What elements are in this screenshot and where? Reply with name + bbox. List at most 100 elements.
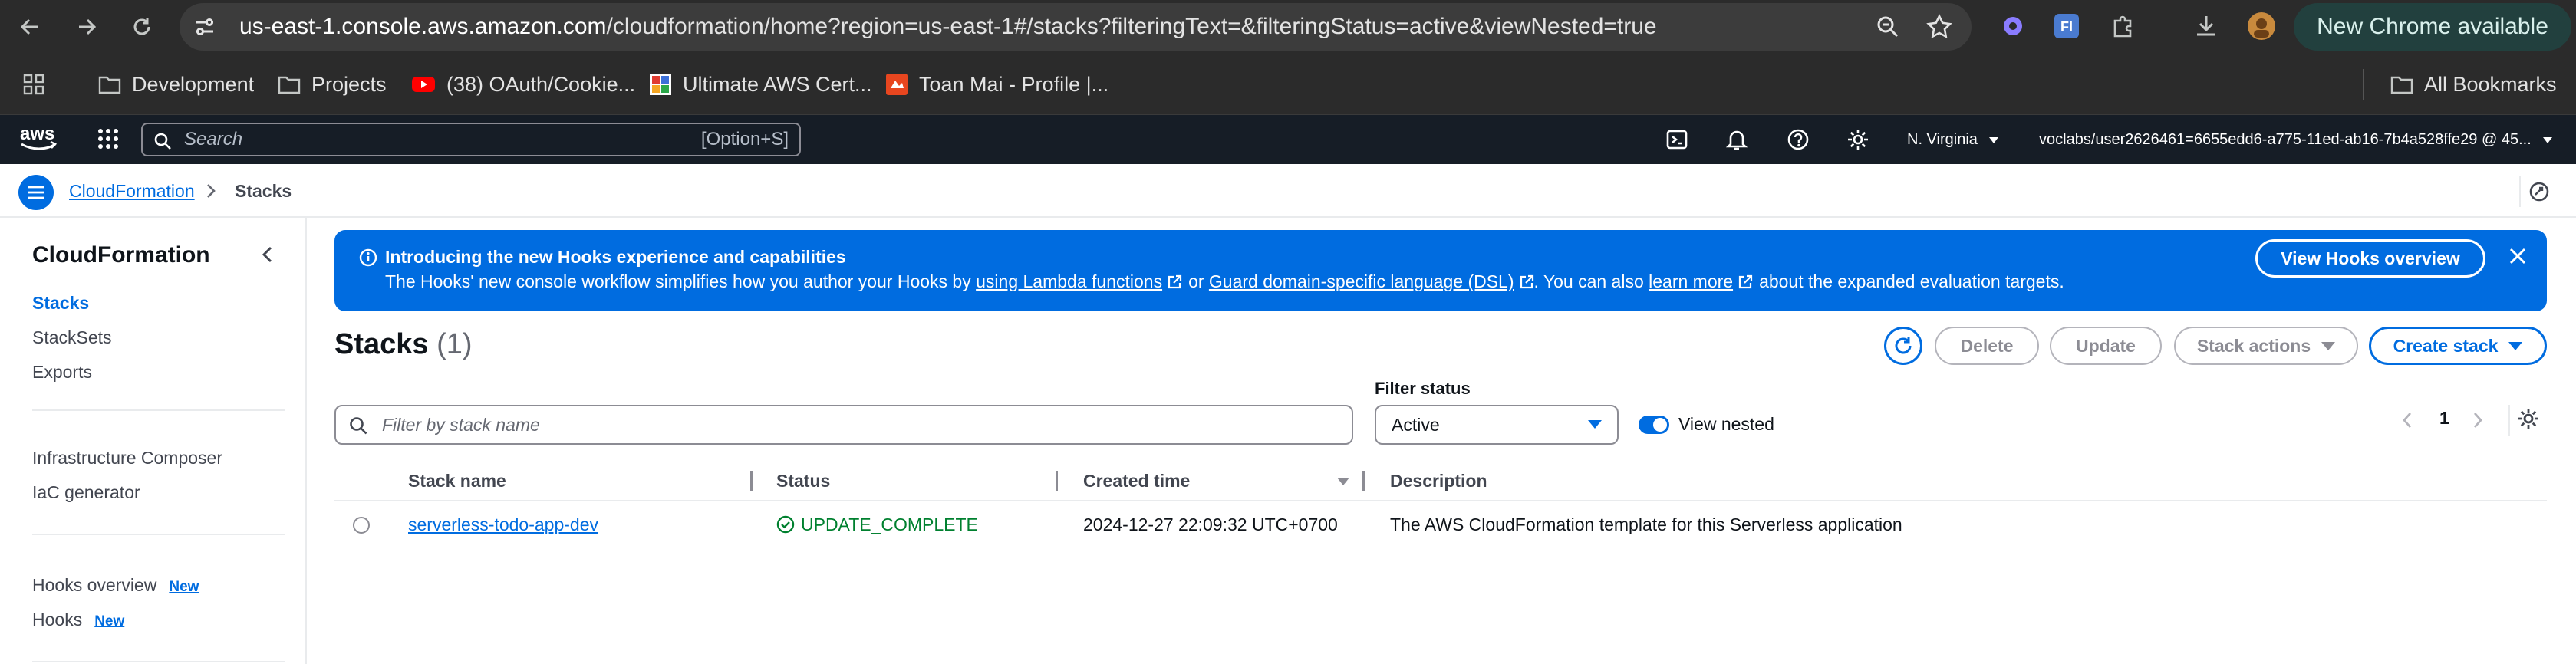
column-header-status[interactable]: Status <box>776 460 830 501</box>
cloudshell-button[interactable] <box>1663 126 1691 153</box>
account-menu[interactable]: voclabs/user2626461=6655edd6-a775-11ed-a… <box>2039 115 2553 164</box>
sidebar-item-stacksets[interactable]: StackSets <box>32 327 112 348</box>
bookmark-label: (38) OAuth/Cookie... <box>446 72 636 96</box>
arrow-left-icon <box>20 18 38 35</box>
filter-status-select[interactable]: Active <box>1375 405 1619 445</box>
check-circle-icon <box>776 515 795 534</box>
lambda-functions-link[interactable]: using Lambda functions <box>976 271 1162 292</box>
help-button[interactable] <box>1784 126 1812 153</box>
learn-more-link[interactable]: learn more <box>1649 271 1733 292</box>
services-menu[interactable] <box>97 127 120 150</box>
back-button[interactable] <box>14 11 46 43</box>
bookmarks-bar: Development Projects (38) OAuth/Cookie..… <box>0 54 2576 115</box>
caret-down-icon <box>1989 136 1999 143</box>
forward-button[interactable] <box>71 11 103 43</box>
guard-dsl-link[interactable]: Guard domain-specific language (DSL) <box>1209 271 1514 292</box>
update-button[interactable]: Update <box>2050 327 2162 365</box>
all-bookmarks-label: All Bookmarks <box>2424 72 2557 96</box>
breadcrumb-cloudformation[interactable]: CloudFormation <box>69 164 195 218</box>
apps-shortcut[interactable] <box>23 54 44 115</box>
column-header-description[interactable]: Description <box>1390 460 1487 501</box>
row-select-radio[interactable] <box>353 517 370 534</box>
filter-status-value: Active <box>1392 415 1440 435</box>
folder-icon <box>2390 76 2413 94</box>
region-selector[interactable]: N. Virginia <box>1907 115 1999 164</box>
profile-avatar-icon[interactable] <box>2246 11 2277 41</box>
search-placeholder: Search <box>184 129 243 150</box>
gear-icon[interactable] <box>2516 406 2541 431</box>
bookmark-aws-cert[interactable]: Ultimate AWS Cert... <box>649 54 872 115</box>
column-resizer[interactable] <box>750 471 753 491</box>
create-stack-button[interactable]: Create stack <box>2369 327 2547 365</box>
tools-panel-button[interactable] <box>2528 181 2550 202</box>
terminal-icon <box>1666 130 1688 150</box>
bookmark-development[interactable]: Development <box>98 54 254 115</box>
page-number[interactable]: 1 <box>2439 408 2449 429</box>
download-icon[interactable] <box>2191 11 2222 41</box>
extension-fi-icon[interactable]: FI <box>2051 11 2082 41</box>
sidenav-divider <box>32 661 285 662</box>
aws-search-input[interactable]: Search [Option+S] <box>141 123 801 156</box>
chrome-update-button[interactable]: New Chrome available <box>2294 3 2571 51</box>
view-hooks-overview-button[interactable]: View Hooks overview <box>2255 239 2485 278</box>
chevron-right-icon <box>207 184 216 198</box>
search-icon <box>350 417 367 435</box>
settings-button[interactable] <box>1844 126 1872 153</box>
chevron-left-icon[interactable] <box>2401 411 2413 429</box>
menu-icon <box>28 186 44 199</box>
sort-descending-icon[interactable] <box>1336 477 1350 486</box>
extensions-puzzle-icon[interactable] <box>2108 11 2139 41</box>
site-info-icon[interactable] <box>192 14 218 40</box>
sidebar-item-hooks-overview[interactable]: Hooks overview New <box>32 575 199 596</box>
sidebar-item-exports[interactable]: Exports <box>32 362 92 383</box>
url-host: us-east-1.console.aws.amazon.com <box>239 14 607 39</box>
column-header-stack-name[interactable]: Stack name <box>408 460 506 501</box>
url-text: us-east-1.console.aws.amazon.com/cloudfo… <box>239 3 1657 51</box>
aws-logo[interactable]: aws <box>18 123 60 153</box>
sidebar-item-hooks[interactable]: Hooks New <box>32 610 124 630</box>
status-text: UPDATE_COMPLETE <box>801 514 978 534</box>
column-resizer[interactable] <box>1362 471 1365 491</box>
view-nested-label: View nested <box>1678 414 1774 434</box>
profile-icon <box>886 74 908 95</box>
sidenav-divider <box>32 534 285 535</box>
delete-button[interactable]: Delete <box>1935 327 2039 365</box>
status-badge: UPDATE_COMPLETE <box>776 501 978 547</box>
account-label: voclabs/user2626461=6655edd6-a775-11ed-a… <box>2039 131 2532 148</box>
bookmark-profile[interactable]: Toan Mai - Profile |... <box>885 54 1108 115</box>
sidenav-divider <box>32 409 285 411</box>
folder-icon <box>278 76 301 94</box>
all-bookmarks[interactable]: All Bookmarks <box>2390 54 2557 115</box>
banner-text: about the expanded evaluation targets. <box>1759 271 2064 291</box>
address-bar[interactable]: us-east-1.console.aws.amazon.com/cloudfo… <box>180 3 1972 51</box>
extension-gear-icon[interactable] <box>1998 11 2028 41</box>
notifications-button[interactable] <box>1723 126 1751 153</box>
stack-actions-button[interactable]: Stack actions <box>2174 327 2358 365</box>
sidebar-item-iac-generator[interactable]: IaC generator <box>32 482 140 503</box>
side-nav-toggle[interactable] <box>18 175 54 210</box>
bookmark-projects[interactable]: Projects <box>278 54 387 115</box>
column-header-created-time[interactable]: Created time <box>1083 460 1190 501</box>
banner-title: Introducing the new Hooks experience and… <box>385 247 846 267</box>
search-icon <box>154 133 171 150</box>
banner-text: . You can also <box>1533 271 1644 291</box>
close-sidenav-icon[interactable] <box>259 245 275 264</box>
gear-icon <box>1848 130 1868 150</box>
aws-logo-icon: aws <box>20 123 58 150</box>
sidebar-item-stacks[interactable]: Stacks <box>32 293 89 314</box>
close-icon[interactable] <box>2508 247 2527 265</box>
refresh-button[interactable] <box>1884 327 1922 365</box>
reload-button[interactable] <box>126 11 158 43</box>
browser-toolbar: us-east-1.console.aws.amazon.com/cloudfo… <box>0 0 2576 54</box>
bookmark-oauth[interactable]: (38) OAuth/Cookie... <box>411 54 635 115</box>
stack-name-link[interactable]: serverless-todo-app-dev <box>408 501 598 547</box>
zoom-icon[interactable] <box>1875 14 1901 40</box>
sidebar-item-infrastructure-composer[interactable]: Infrastructure Composer <box>32 448 222 468</box>
column-resizer[interactable] <box>1056 471 1058 491</box>
view-nested-toggle[interactable] <box>1639 416 1669 434</box>
stack-name-filter-input[interactable]: Filter by stack name <box>334 405 1353 445</box>
table-row: serverless-todo-app-dev UPDATE_COMPLETE … <box>334 501 2547 547</box>
chevron-right-icon[interactable] <box>2472 411 2484 429</box>
bookmark-star-icon[interactable] <box>1925 13 1953 41</box>
breadcrumb: CloudFormation Stacks <box>0 164 2576 218</box>
